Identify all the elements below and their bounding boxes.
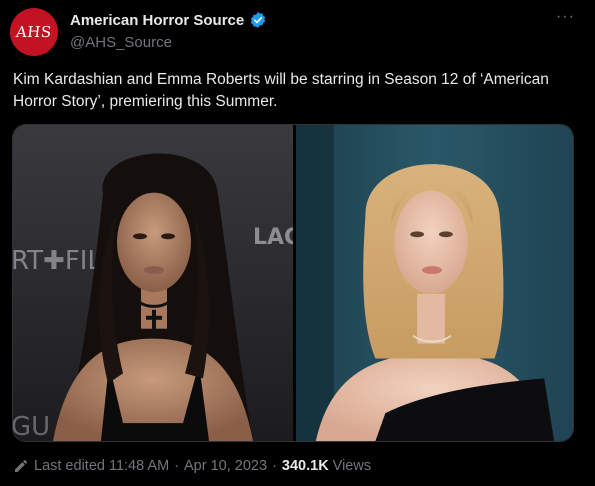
avatar-logo-text: AHS (15, 23, 53, 41)
tweet-text: Kim Kardashian and Emma Roberts will be … (13, 71, 549, 110)
account-name-row: American Horror Source (70, 11, 267, 29)
display-name[interactable]: American Horror Source (70, 12, 244, 29)
separator: · (272, 458, 277, 474)
separator: · (174, 458, 180, 474)
views-label: Views (332, 458, 372, 474)
more-options-icon[interactable]: ··· (556, 8, 575, 26)
svg-text:LAC: LAC (253, 225, 293, 250)
account-handle[interactable]: @AHS_Source (70, 34, 172, 51)
verified-badge-icon (251, 12, 266, 28)
pencil-icon (15, 460, 27, 472)
views-count: 340.1K (281, 458, 329, 474)
tweet-footer: Last edited 11:48 AM · Apr 10, 2023 · 34… (13, 458, 371, 474)
svg-text:RT✚FIL: RT✚FIL (13, 246, 102, 276)
avatar[interactable]: AHS (10, 8, 58, 56)
photo-emma-roberts[interactable] (296, 125, 573, 441)
tweet-media: RT✚FIL LAC GU (12, 124, 574, 442)
last-edited-link[interactable]: Last edited 11:48 AM (34, 458, 169, 474)
tweet-date: Apr 10, 2023 (184, 458, 268, 474)
photo-kim-kardashian[interactable]: RT✚FIL LAC GU (13, 125, 293, 441)
svg-text:GU: GU (13, 412, 50, 441)
